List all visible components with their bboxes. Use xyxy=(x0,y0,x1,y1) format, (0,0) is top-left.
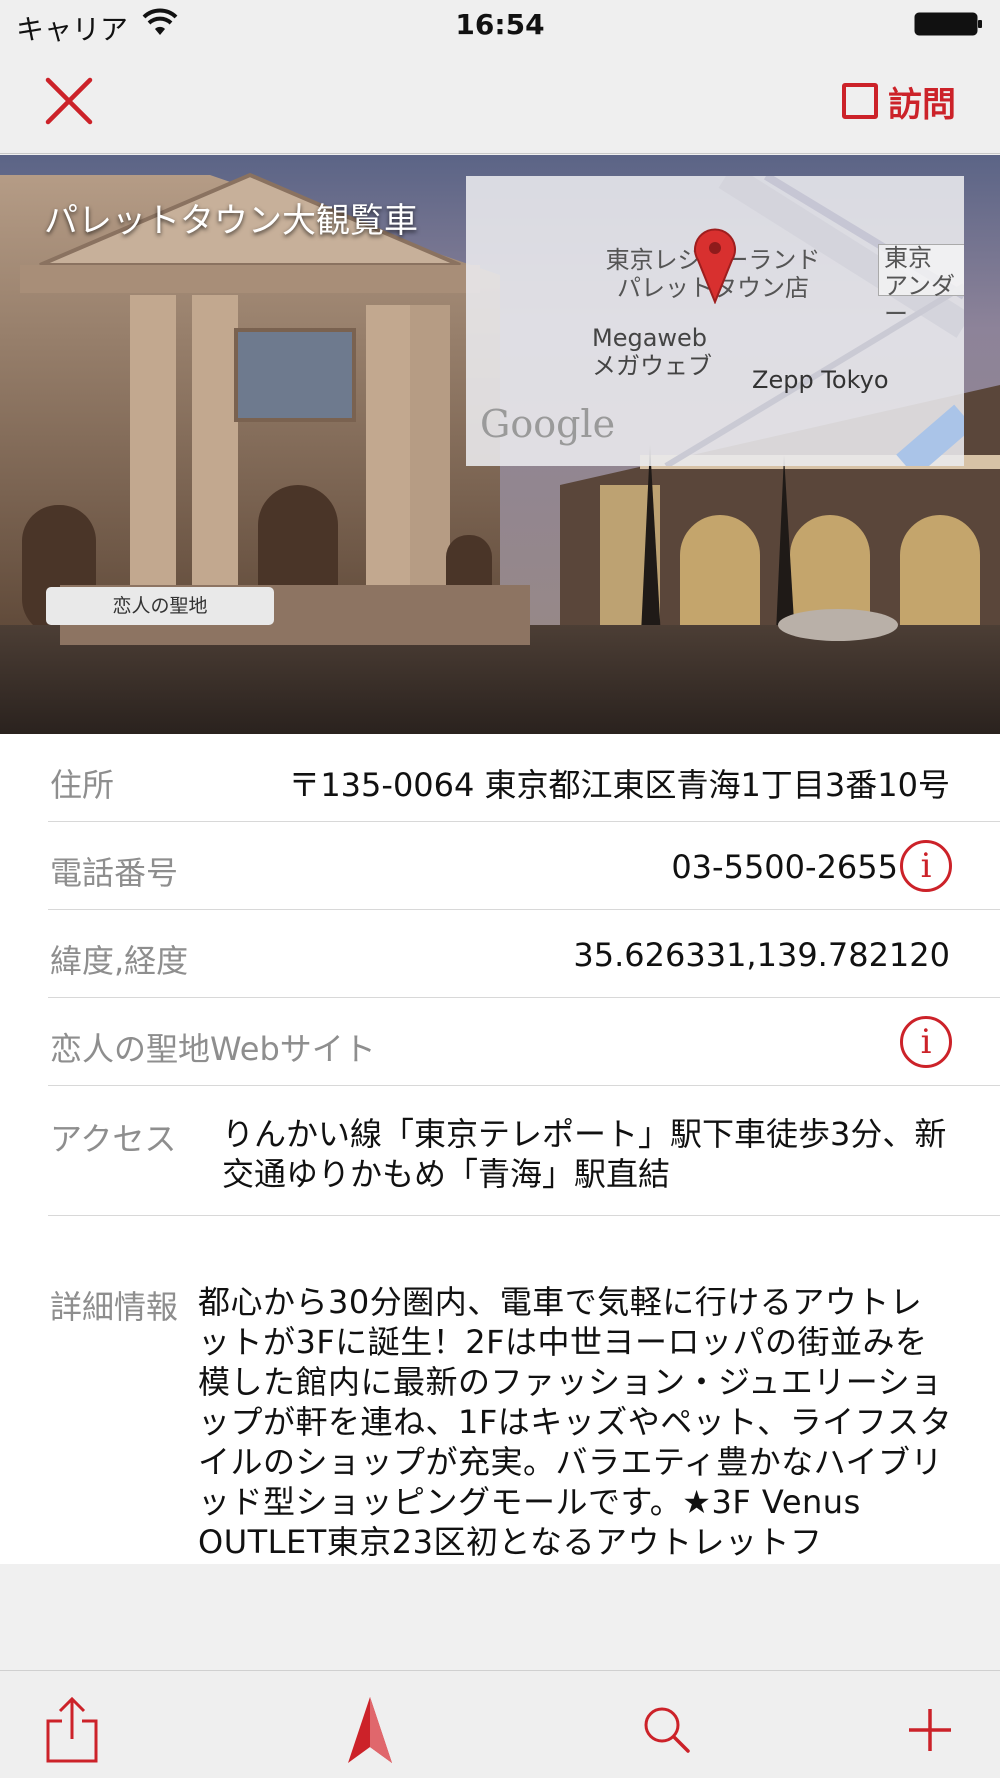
map-attribution: Google xyxy=(480,402,616,446)
access-row: アクセス りんかい線「東京テレポート」駅下車徒歩3分、新交通ゆりかもめ「青海」駅… xyxy=(48,1086,1000,1216)
navigation-bar: 訪問 xyxy=(0,50,1000,154)
visit-label: 訪問 xyxy=(888,84,956,125)
website-info-icon[interactable]: i xyxy=(900,1016,952,1068)
latlng-label: 緯度,経度 xyxy=(50,942,189,980)
map-pin-icon xyxy=(694,228,736,304)
bottom-toolbar xyxy=(0,1670,1000,1778)
detail-value: 都心から30分圏内、電車で気軽に行けるアウトレットが3Fに誕生！2Fは中世ヨーロ… xyxy=(198,1283,953,1561)
phone-value: 03-5500-2655 xyxy=(671,848,898,886)
address-label: 住所 xyxy=(50,766,115,804)
hero-image: パレットタウン大観覧車 東京レジャーランド パレットタウン店 東京 アンダー M… xyxy=(0,155,1000,734)
checkbox-icon xyxy=(842,83,878,119)
map-thumbnail[interactable]: 東京レジャーランド パレットタウン店 東京 アンダー Megaweb メガウェブ… xyxy=(466,176,964,466)
visit-button[interactable]: 訪問 xyxy=(842,78,956,125)
detail-label: 詳細情報 xyxy=(50,1288,179,1326)
phone-info-icon[interactable]: i xyxy=(900,840,952,892)
close-icon[interactable] xyxy=(42,74,96,128)
phone-label: 電話番号 xyxy=(50,854,179,892)
latlng-value: 35.626331,139.782120 xyxy=(573,936,950,974)
website-row[interactable]: 恋人の聖地Webサイト i xyxy=(48,998,1000,1086)
access-label: アクセス xyxy=(50,1120,177,1158)
phone-row[interactable]: 電話番号 03-5500-2655 i xyxy=(48,822,1000,910)
map-label-tokyo: 東京 アンダー xyxy=(884,244,956,328)
status-time: 16:54 xyxy=(455,8,545,41)
search-icon[interactable] xyxy=(636,1695,700,1765)
status-bar: キャリア 16:54 xyxy=(0,0,1000,50)
address-value: 〒135-0064 東京都江東区青海1丁目3番10号 xyxy=(288,766,950,804)
address-row: 住所 〒135-0064 東京都江東区青海1丁目3番10号 xyxy=(48,734,1000,822)
latlng-row: 緯度,経度 35.626331,139.782120 xyxy=(48,910,1000,998)
navigate-icon[interactable] xyxy=(338,1695,402,1765)
category-badge: 恋人の聖地 xyxy=(46,587,274,625)
add-icon[interactable] xyxy=(898,1695,962,1765)
battery-icon xyxy=(914,12,982,36)
map-label-megaweb: Megaweb メガウェブ xyxy=(592,324,712,380)
map-label-zepp: Zepp Tokyo xyxy=(752,366,889,394)
website-label: 恋人の聖地Webサイト xyxy=(50,1030,376,1068)
place-title: パレットタウン大観覧車 xyxy=(44,201,418,241)
info-list: 住所 〒135-0064 東京都江東区青海1丁目3番10号 電話番号 03-55… xyxy=(0,734,1000,1564)
share-icon[interactable] xyxy=(40,1695,104,1765)
access-value: りんかい線「東京テレポート」駅下車徒歩3分、新交通ゆりかもめ「青海」駅直結 xyxy=(222,1115,947,1193)
